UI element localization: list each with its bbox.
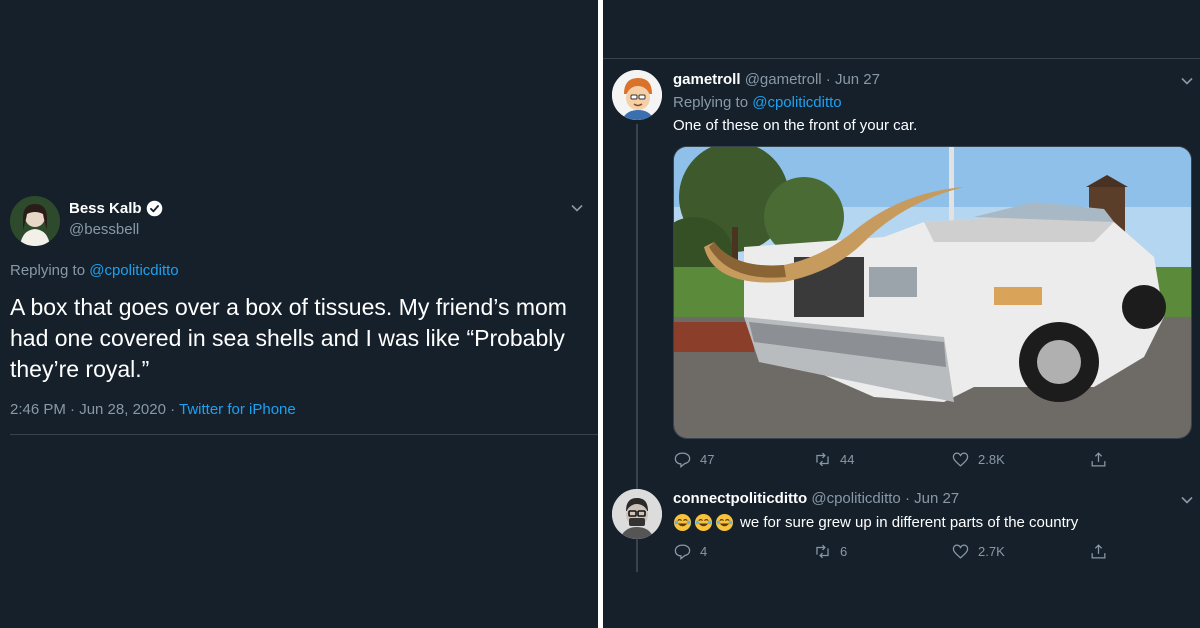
heart-icon [952, 452, 969, 467]
left-tweet-panel: Bess Kalb @bessbell Replying to @cpoliti… [0, 0, 598, 628]
reply-icon [674, 452, 691, 468]
reply2-author-handle[interactable]: @cpoliticditto [811, 490, 900, 507]
verified-badge-icon [146, 200, 162, 217]
right-thread-panel: gametroll @gametroll · Jun 27 Replying t… [603, 0, 1200, 628]
reply2-text-row: we for sure grew up in different parts o… [673, 513, 1078, 532]
tears-of-joy-emoji [673, 513, 692, 532]
reply1-author-handle[interactable]: @gametroll [745, 71, 822, 88]
share-button[interactable] [1089, 542, 1108, 561]
reply-icon [674, 544, 691, 560]
retweet-button[interactable]: 6 [813, 542, 847, 561]
share-button[interactable] [1089, 450, 1108, 469]
reply1-text: One of these on the front of your car. [673, 117, 918, 134]
tweet-text: A box that goes over a box of tissues. M… [10, 294, 567, 382]
reply2-text: we for sure grew up in different parts o… [740, 514, 1079, 531]
bess-kalb-avatar[interactable] [10, 196, 60, 246]
gametroll-avatar[interactable] [612, 70, 662, 120]
retweet-icon [816, 452, 829, 467]
share-icon [1091, 544, 1106, 559]
chevron-down-icon[interactable] [1180, 74, 1194, 88]
reply1-date[interactable]: · Jun 27 [822, 71, 880, 88]
replying-to: Replying to @cpoliticditto [10, 262, 179, 279]
reply1-media-image[interactable] [673, 146, 1192, 439]
replying-to-link[interactable]: @cpoliticditto [89, 262, 178, 279]
tweet-timestamp[interactable]: 2:46 PM · Jun 28, 2020 · [10, 401, 179, 418]
divider [603, 58, 1200, 59]
divider [10, 434, 598, 435]
reply1-header: gametroll @gametroll · Jun 27 [673, 71, 880, 88]
like-button[interactable]: 2.8K [951, 450, 1005, 469]
reply2-actions: 4 6 2.7K [673, 542, 1123, 562]
retweet-button[interactable]: 44 [813, 450, 854, 469]
reply2-author-name[interactable]: connectpoliticditto [673, 490, 807, 507]
tears-of-joy-emoji [715, 513, 734, 532]
reply-button[interactable]: 47 [673, 450, 714, 469]
retweet-icon [816, 544, 829, 559]
author-name[interactable]: Bess Kalb [69, 200, 163, 217]
chevron-down-icon[interactable] [570, 201, 584, 215]
reply-button[interactable]: 4 [673, 542, 707, 561]
reply1-actions: 47 44 2.8K [673, 450, 1123, 470]
connectpoliticditto-avatar[interactable] [612, 489, 662, 539]
share-icon [1091, 452, 1106, 467]
like-button[interactable]: 2.7K [951, 542, 1005, 561]
chevron-down-icon[interactable] [1180, 493, 1194, 507]
reply2-date[interactable]: · Jun 27 [901, 490, 959, 507]
heart-icon [952, 544, 969, 559]
author-handle[interactable]: @bessbell [69, 221, 139, 238]
tweet-source-link[interactable]: Twitter for iPhone [179, 401, 296, 418]
reply1-author-name[interactable]: gametroll [673, 71, 741, 88]
reply2-header: connectpoliticditto @cpoliticditto · Jun… [673, 490, 959, 507]
tears-of-joy-emoji [694, 513, 713, 532]
tweet-meta: 2:46 PM · Jun 28, 2020 · Twitter for iPh… [10, 401, 296, 418]
replying-to-link[interactable]: @cpoliticditto [752, 94, 841, 111]
reply1-replying-to: Replying to @cpoliticditto [673, 94, 842, 111]
